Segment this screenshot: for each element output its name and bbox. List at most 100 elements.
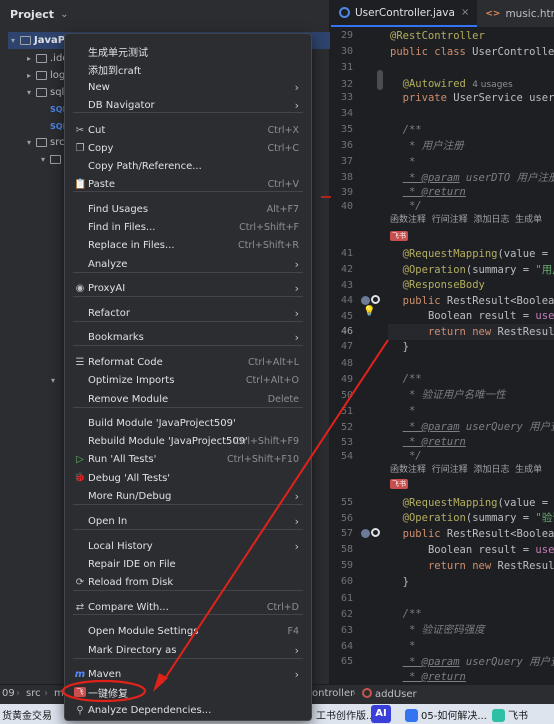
tree-item-label: JavaP (34, 35, 66, 46)
code-line: * @return (402, 671, 466, 683)
endpoint-gutter-icon[interactable] (371, 528, 380, 537)
feishu-badge-icon: 飞书 (390, 231, 408, 241)
implementation-gutter-icon[interactable] (361, 529, 370, 538)
folder-icon (36, 54, 47, 63)
menu-item-optimize-imports[interactable]: Optimize Imports Ctrl+Alt+O (69, 371, 307, 389)
menu-item-replace-in-files[interactable]: Replace in Files... Ctrl+Shift+R (69, 236, 307, 254)
menu-item-run-all-tests[interactable]: ▷ Run 'All Tests' Ctrl+Shift+F10 (69, 450, 307, 468)
chevron-down-icon[interactable]: ▾ (24, 138, 34, 147)
menu-item-local-history[interactable]: Local History › (69, 537, 307, 555)
menu-separator (73, 614, 303, 615)
menu-item-item-0[interactable]: 生成单元测试 (69, 42, 307, 60)
tab-label: UserController.java (355, 6, 455, 19)
menu-item-copy[interactable]: ❐ Copy Ctrl+C (69, 139, 307, 157)
inlay-action-badge[interactable]: 飞书 (390, 476, 408, 492)
menu-item-rebuild-module-javaproject509[interactable]: Rebuild Module 'JavaProject509' Ctrl+Shif… (69, 432, 307, 450)
menu-item-bookmarks[interactable]: Bookmarks › (69, 328, 307, 346)
code-line-current: return new RestResult (388, 324, 554, 340)
menu-item-label: Maven (88, 668, 122, 680)
menu-item-mark-directory-as[interactable]: Mark Directory as › (69, 641, 307, 659)
taskbar-ai-app[interactable]: AI (371, 705, 391, 723)
tree-item-logs[interactable]: ▸ log (24, 67, 65, 84)
tree-item-src[interactable]: ▾ src (24, 134, 65, 151)
menu-item-remove-module[interactable]: Remove Module Delete (69, 390, 307, 408)
menu-item-refactor[interactable]: Refactor › (69, 304, 307, 322)
menu-item-label: Analyze Dependencies... (88, 704, 212, 716)
scrollbar-thumb[interactable] (377, 70, 383, 90)
menu-item-copy-path-reference[interactable]: Copy Path/Reference... (69, 157, 307, 175)
menu-item-reformat-code[interactable]: ☰ Reformat Code Ctrl+Alt+L (69, 353, 307, 371)
line-number: 32 (340, 79, 353, 90)
project-title[interactable]: Project (10, 8, 54, 21)
breadcrumb-project[interactable]: 09 (2, 688, 15, 699)
chevron-down-icon[interactable]: ▾ (48, 376, 58, 385)
menu-item-craft[interactable]: 添加到craft (69, 60, 307, 78)
tab-label: music.html (505, 7, 554, 20)
editor-gutter[interactable]: 29 30 31 32 33 34 35 36 37 38 39 40 41 4… (331, 28, 388, 688)
menu-item-label: Open In (88, 515, 128, 527)
menu-separator (73, 191, 303, 192)
breadcrumb-class[interactable]: ontroller (312, 688, 354, 699)
tree-item-expanded[interactable]: ▾ (48, 372, 58, 389)
line-number: 52 (340, 422, 353, 433)
breadcrumb-main[interactable]: m (54, 688, 64, 699)
submenu-arrow-icon: › (294, 257, 299, 271)
menu-item-new[interactable]: New › (69, 78, 307, 96)
chevron-down-icon[interactable]: ▾ (8, 36, 18, 45)
menu-item-reload-from-disk[interactable]: ⟳ Reload from Disk (69, 573, 307, 591)
menu-item-more-run-debug[interactable]: More Run/Debug › (69, 487, 307, 505)
menu-item-analyze-dependencies[interactable]: ⚲ Analyze Dependencies... (69, 701, 307, 719)
submenu-arrow-icon: › (294, 489, 299, 503)
chevron-down-icon[interactable]: ▾ (38, 155, 48, 164)
menu-item-find-usages[interactable]: Find Usages Alt+F7 (69, 200, 307, 218)
tab-music-html[interactable]: <> music.html (477, 0, 554, 27)
breadcrumb-separator: › (352, 688, 356, 699)
menu-item-maven[interactable]: m Maven › (69, 665, 307, 683)
inlay-action-hints[interactable]: 函数注释 行间注释 添加日志 生成单 (390, 212, 542, 228)
line-number: 44 (340, 295, 353, 306)
menu-item-shortcut: Alt+F7 (266, 203, 299, 215)
taskbar-item[interactable]: 05-如何解决... (405, 707, 487, 722)
breadcrumb-src[interactable]: src (26, 688, 41, 699)
project-panel-header[interactable]: Project ⌄ (0, 0, 329, 28)
menu-item-build-module-javaproject509[interactable]: Build Module 'JavaProject509' (69, 414, 307, 432)
taskbar-item[interactable]: 飞书 (492, 707, 528, 722)
implementation-gutter-icon[interactable] (361, 296, 370, 305)
code-line: * 用户注册 (402, 140, 464, 152)
close-icon[interactable]: × (461, 7, 469, 18)
endpoint-gutter-icon[interactable] (371, 295, 380, 304)
menu-item-proxyai[interactable]: ◉ ProxyAI › (69, 279, 307, 297)
menu-item-label: Find Usages (88, 203, 149, 215)
debug-icon: 🐞 (74, 473, 86, 483)
menu-item-open-module-settings[interactable]: Open Module Settings F4 (69, 622, 307, 640)
tree-item-main[interactable]: ▾ (38, 151, 64, 168)
chevron-right-icon[interactable]: ▸ (24, 71, 34, 80)
inlay-action-hints[interactable]: 函数注释 行间注释 添加日志 生成单 (390, 462, 542, 478)
menu-item-repair-ide-on-file[interactable]: Repair IDE on File (69, 555, 307, 573)
chevron-down-icon[interactable]: ⌄ (60, 9, 68, 20)
folder-icon (50, 155, 61, 164)
menu-item-debug-all-tests[interactable]: 🐞 Debug 'All Tests' (69, 469, 307, 487)
line-number: 42 (340, 264, 353, 275)
menu-item-cut[interactable]: ✂ Cut Ctrl+X (69, 121, 307, 139)
line-number: 41 (340, 248, 353, 259)
inlay-action-badge[interactable]: 飞书 (390, 228, 408, 244)
menu-item-find-in-files[interactable]: Find in Files... Ctrl+Shift+F (69, 218, 307, 236)
lightbulb-icon[interactable]: 💡 (363, 306, 375, 317)
submenu-arrow-icon: › (294, 539, 299, 553)
taskbar-item[interactable]: 货黄金交易 (2, 707, 52, 722)
chevron-down-icon[interactable]: ▾ (24, 88, 34, 97)
menu-item-open-in[interactable]: Open In › (69, 512, 307, 530)
menu-separator (73, 407, 303, 408)
line-number: 58 (340, 544, 353, 555)
code-editor[interactable]: @RestController public class UserControl… (388, 28, 554, 688)
breadcrumb-method[interactable]: addUser (362, 688, 417, 700)
taskbar-item[interactable]: 工书创作版... (316, 707, 376, 722)
chevron-right-icon[interactable]: ▸ (24, 54, 34, 63)
tree-item-sql[interactable]: ▾ sql (24, 84, 64, 101)
tree-item-idea[interactable]: ▸ .ide (24, 50, 68, 67)
code-line: * 验证用户名唯一性 (402, 389, 506, 401)
tab-user-controller[interactable]: UserController.java × (331, 0, 478, 27)
menu-item-item-31[interactable]: 飞一键修复 (69, 683, 307, 701)
menu-item-analyze[interactable]: Analyze › (69, 255, 307, 273)
